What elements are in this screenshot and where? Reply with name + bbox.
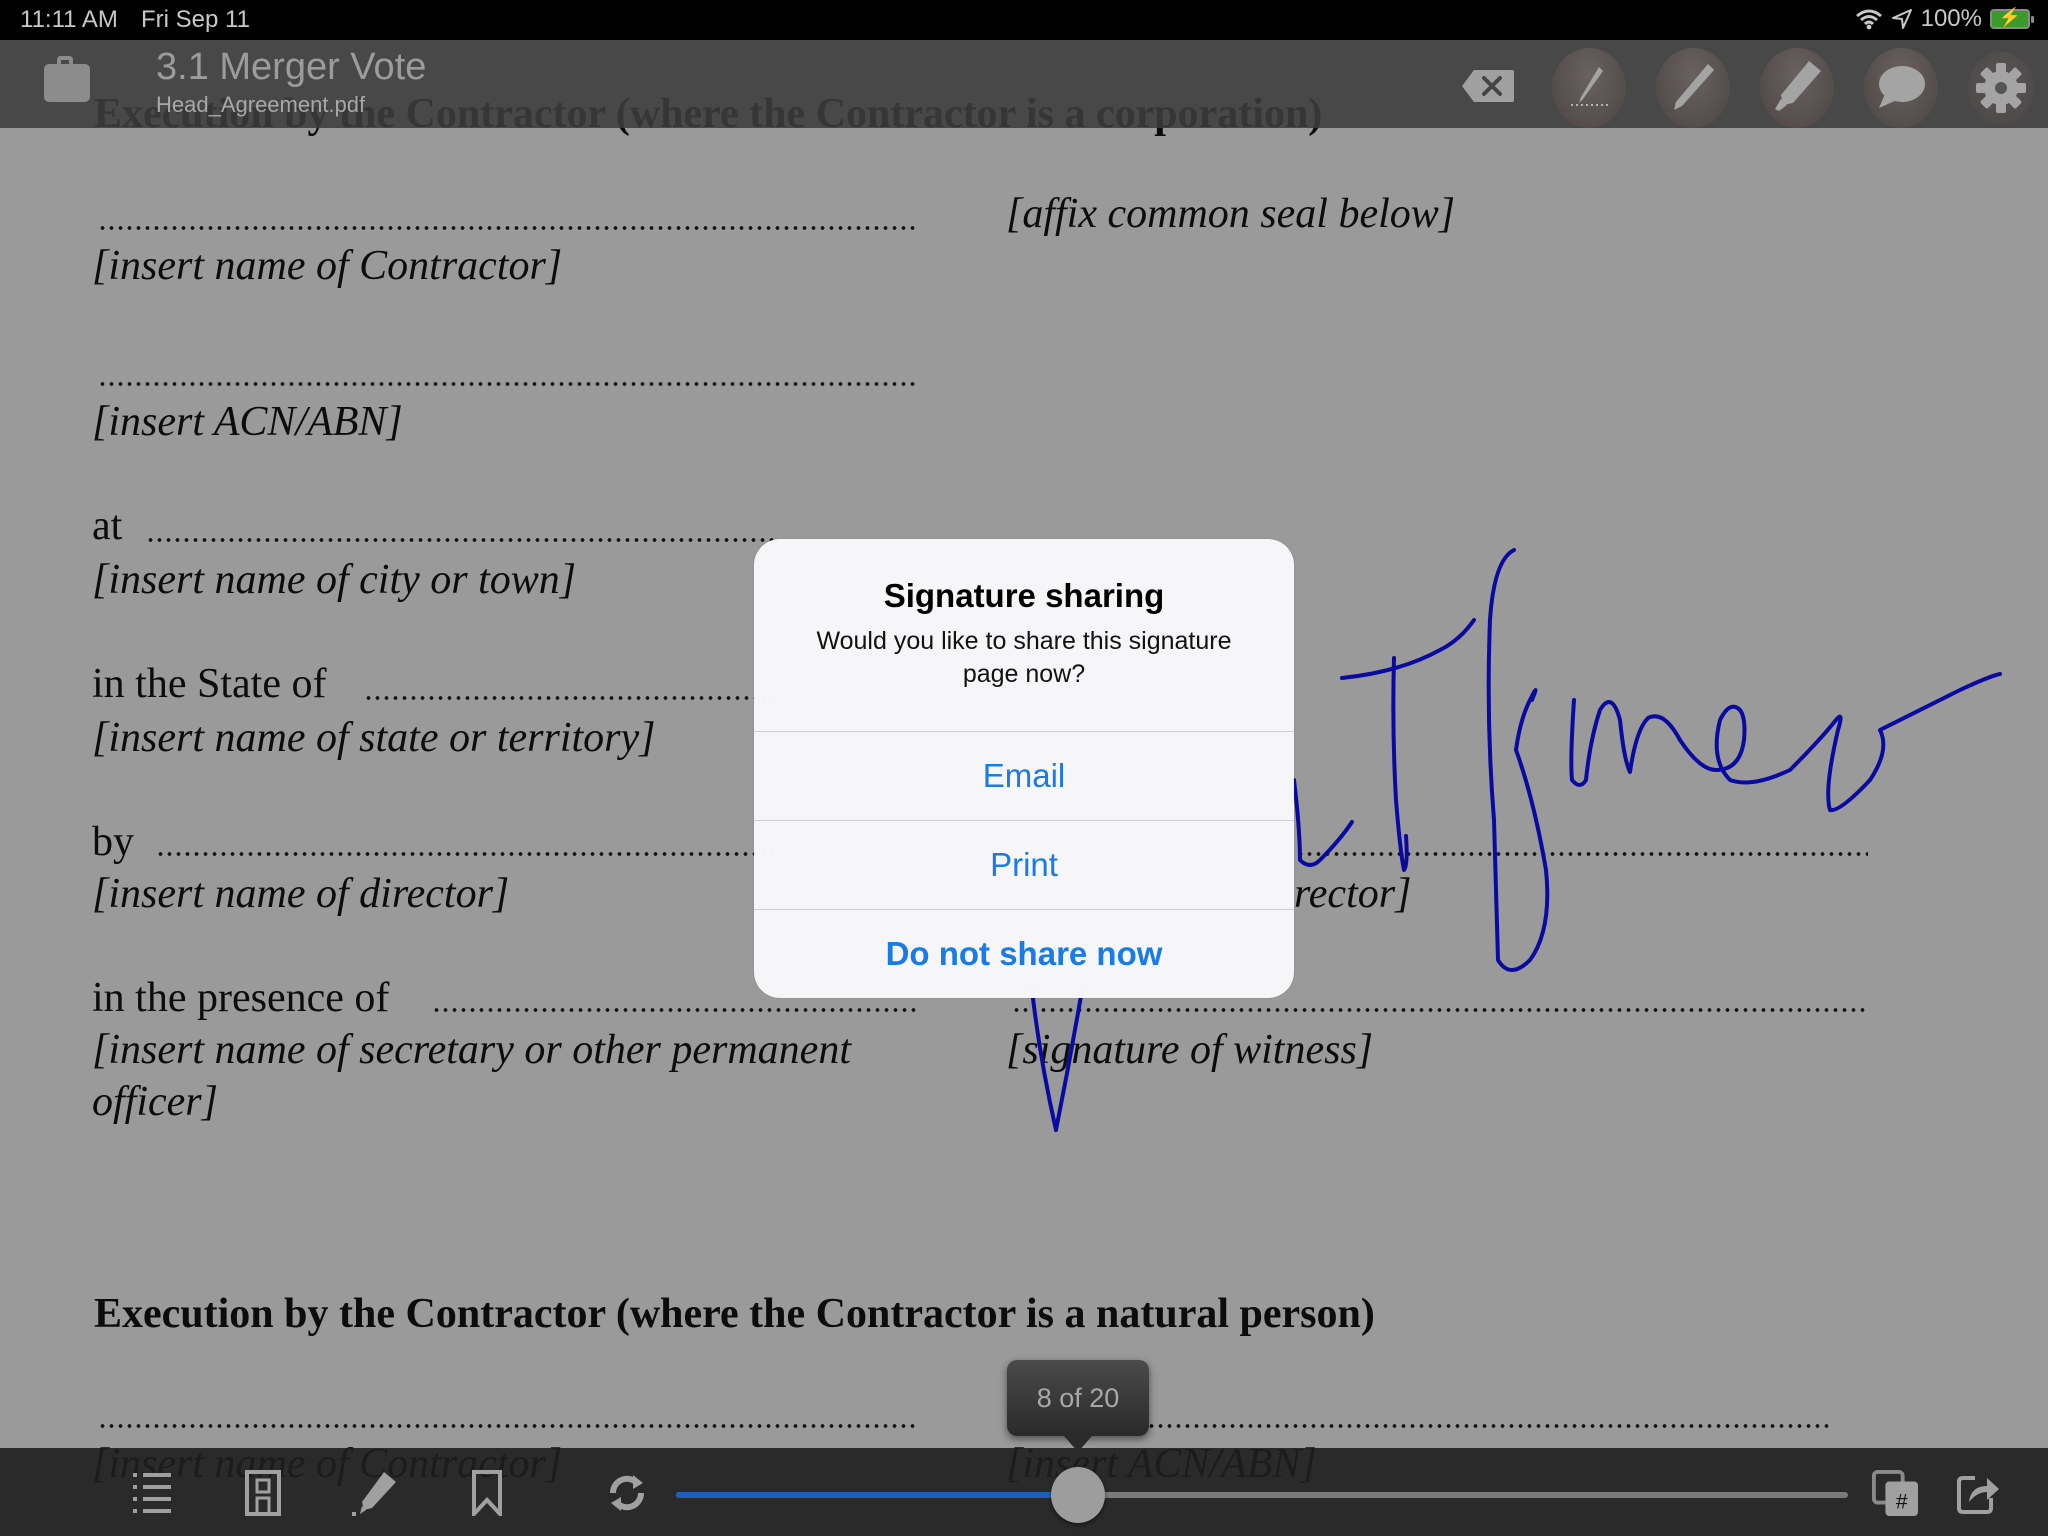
print-button[interactable]: Print bbox=[754, 820, 1294, 909]
signature-pen-icon bbox=[1571, 67, 1609, 106]
presence-label: in the presence of bbox=[92, 975, 390, 1021]
document-filename: Head_Agreement.pdf bbox=[156, 92, 366, 117]
outline-button[interactable] bbox=[130, 1470, 176, 1516]
sync-icon bbox=[609, 1475, 645, 1511]
director-name-label: [insert name of director] bbox=[92, 871, 510, 917]
acn-line bbox=[98, 382, 916, 386]
highlighter-button[interactable] bbox=[1760, 48, 1834, 128]
secretary-line bbox=[432, 1008, 916, 1012]
do-not-share-button[interactable]: Do not share now bbox=[754, 909, 1294, 998]
comment-icon bbox=[1879, 66, 1925, 108]
city-town-label: [insert name of city or town] bbox=[92, 557, 577, 603]
secretary-label-line1: [insert name of secretary or other perma… bbox=[92, 1027, 851, 1073]
director-right-label: rector] bbox=[1294, 871, 1412, 917]
affix-seal-label: [affix common seal below] bbox=[1006, 191, 1456, 237]
location-arrow-icon bbox=[1891, 9, 1912, 29]
status-bar: 11:11 AM Fri Sep 11 100% ⚡ bbox=[0, 0, 2048, 40]
outline-list-icon bbox=[133, 1473, 171, 1513]
share-icon bbox=[1957, 1476, 1999, 1514]
document-title: 3.1 Merger Vote bbox=[156, 46, 427, 88]
battery-charging-icon: ⚡ bbox=[1990, 7, 2034, 29]
briefcase-icon[interactable] bbox=[44, 56, 90, 102]
page-layout-button[interactable] bbox=[240, 1470, 286, 1516]
signature-sharing-dialog: Signature sharing Would you like to shar… bbox=[754, 539, 1294, 998]
state-territory-label: [insert name of state or territory] bbox=[92, 715, 656, 761]
witness-signature-label: [signature of witness] bbox=[1006, 1027, 1374, 1073]
annotate-highlighter-icon bbox=[352, 1472, 396, 1516]
secretary-label-line2: officer] bbox=[92, 1079, 218, 1125]
share-button[interactable] bbox=[1956, 1470, 2002, 1516]
director-signature-line bbox=[1296, 852, 1868, 856]
status-time: 11:11 AM bbox=[20, 6, 118, 33]
bottom-toolbar: # bbox=[0, 1448, 2048, 1536]
email-button[interactable]: Email bbox=[754, 731, 1294, 820]
contractor-line-2 bbox=[98, 1424, 916, 1428]
page-slider-thumb[interactable] bbox=[1051, 1467, 1105, 1523]
settings-gear-icon bbox=[1976, 63, 2026, 113]
wifi-icon bbox=[1855, 9, 1882, 30]
signature-line bbox=[98, 226, 916, 230]
bookmark-button[interactable] bbox=[464, 1470, 510, 1516]
at-label: at bbox=[92, 503, 123, 549]
state-label: in the State of bbox=[92, 661, 327, 707]
state-line bbox=[364, 696, 776, 700]
acn-abn-label: [insert ACN/ABN] bbox=[92, 399, 403, 445]
dialog-message: Would you like to share this signature p… bbox=[816, 627, 1232, 688]
by-label: by bbox=[92, 819, 134, 865]
go-to-page-icon: # bbox=[1872, 1470, 1918, 1516]
comment-button[interactable] bbox=[1864, 48, 1938, 128]
clear-signature-icon[interactable] bbox=[1460, 68, 1516, 104]
battery-percent: 100% bbox=[1920, 5, 1982, 32]
status-date: Fri Sep 11 bbox=[141, 6, 250, 33]
highlighter-icon bbox=[1775, 61, 1821, 111]
page-indicator-popup: 8 of 20 bbox=[1007, 1360, 1149, 1452]
signature-pen-button[interactable] bbox=[1552, 48, 1626, 128]
dialog-title: Signature sharing bbox=[883, 577, 1165, 614]
go-to-page-button[interactable]: # bbox=[1872, 1470, 1918, 1516]
page-slider[interactable] bbox=[676, 1467, 1848, 1523]
top-toolbar: 3.1 Merger Vote Head_Agreement.pdf bbox=[0, 40, 2048, 128]
bookmark-icon bbox=[472, 1470, 502, 1516]
settings-button[interactable] bbox=[1968, 52, 2034, 124]
city-line bbox=[146, 538, 776, 542]
witness-line bbox=[1012, 1008, 1868, 1012]
contractor-name-label: [insert name of Contractor] bbox=[92, 243, 563, 289]
page-layout-icon bbox=[245, 1470, 281, 1516]
svg-text:#: # bbox=[1896, 1490, 1908, 1513]
director-line bbox=[156, 852, 776, 856]
annotate-button[interactable] bbox=[352, 1470, 398, 1516]
sync-button[interactable] bbox=[604, 1470, 650, 1516]
pen-button[interactable] bbox=[1656, 48, 1730, 128]
page-slider-progress bbox=[676, 1492, 1078, 1498]
pen-icon bbox=[1674, 64, 1714, 110]
heading-natural-person: Execution by the Contractor (where the C… bbox=[94, 1291, 1375, 1337]
